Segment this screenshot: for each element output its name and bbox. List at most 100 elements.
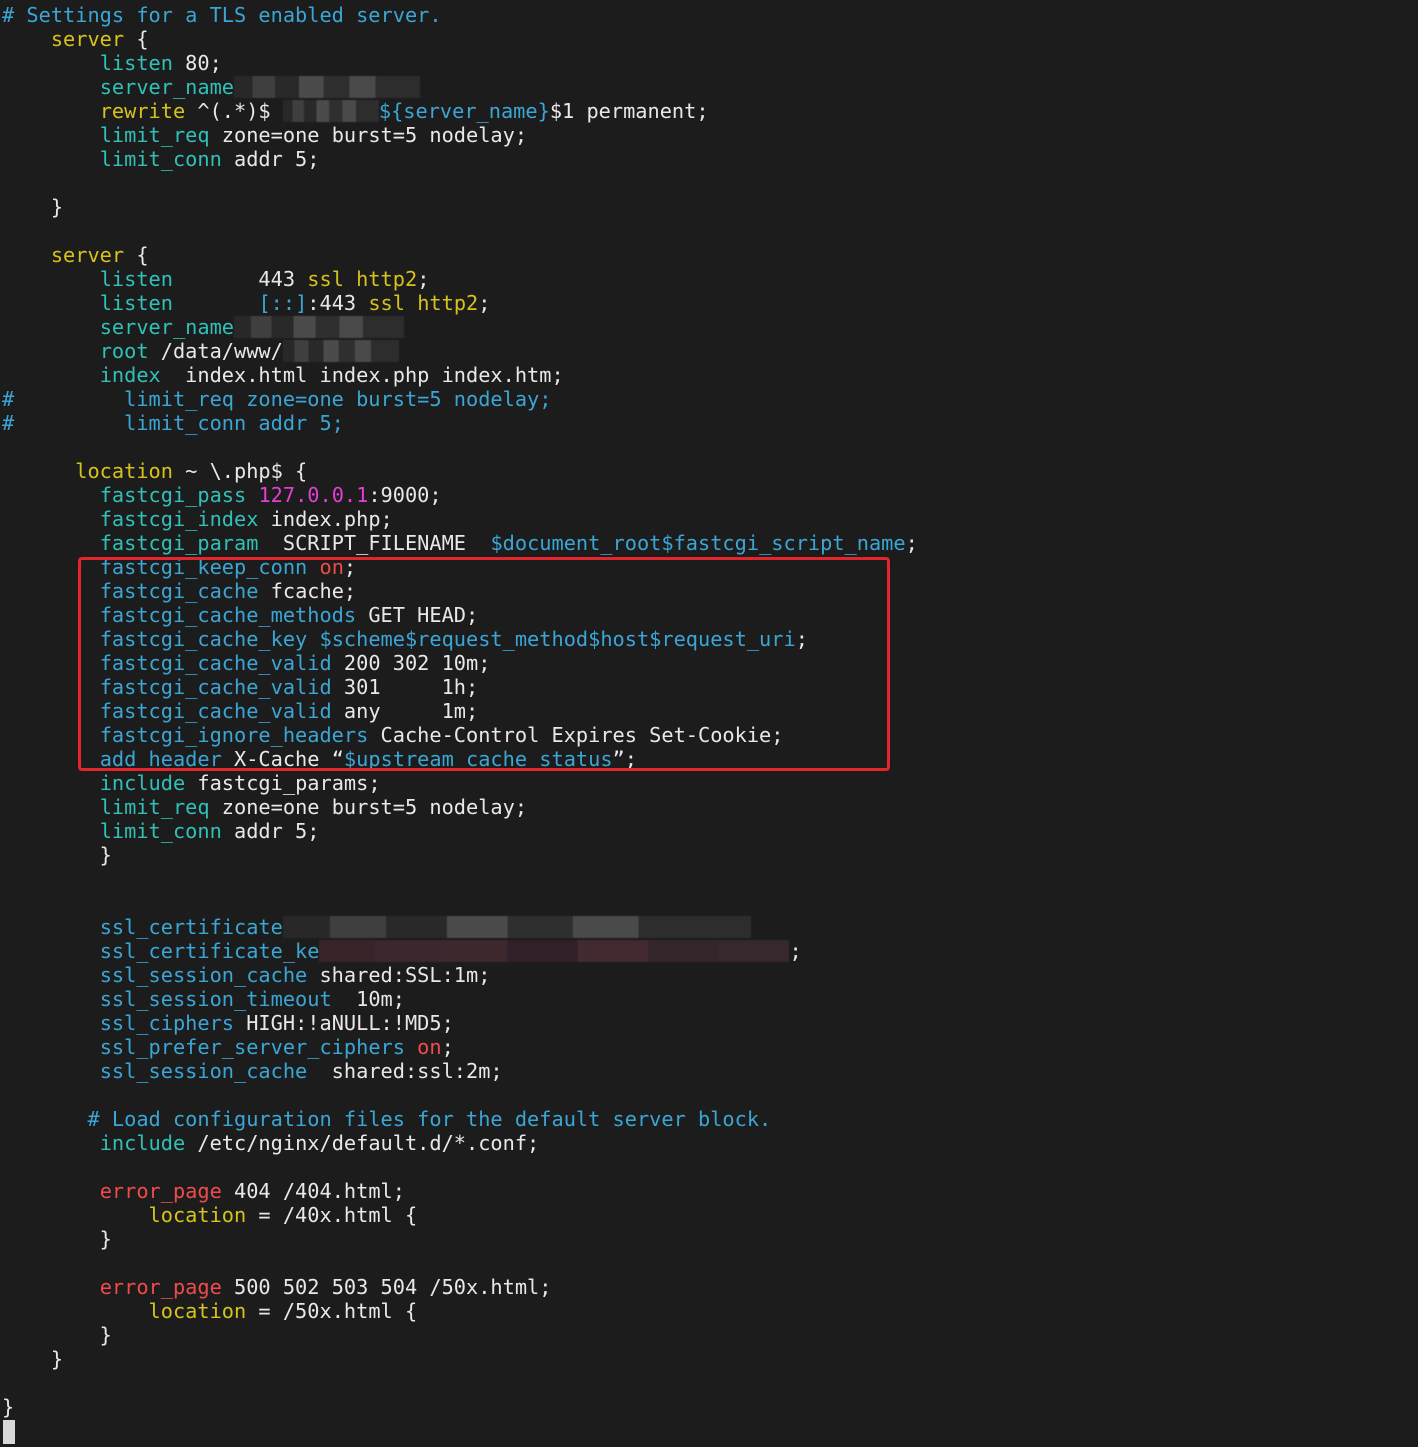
terminal-editor[interactable]: # Settings for a TLS enabled server. ser… [2,3,1412,1419]
code-token: index.html index.php index.htm; [160,363,564,387]
code-line: # Load configuration files for the defau… [2,1107,1412,1131]
code-token: ssl_certificate_ke [99,939,320,963]
code-token: fastcgi_ignore_headers [99,723,369,747]
code-token: fastcgi_params; [185,771,381,795]
code-line: fastcgi_ignore_headers Cache-Control Exp… [2,723,1412,747]
code-line: location = /40x.html { [2,1203,1412,1227]
code-token: } [2,195,64,219]
code-token: ; [795,627,808,651]
code-token: fastcgi_cache_valid [99,651,332,675]
code-token: 80; [172,51,222,75]
code-token: SCRIPT_FILENAME [258,531,491,555]
code-token: # Settings for a TLS enabled server. [2,3,442,27]
code-line: listen 80; [2,51,1412,75]
code-token: ; [343,555,357,579]
code-line: location = /50x.html { [2,1299,1412,1323]
code-token: index.php; [258,507,393,531]
code-token: ”; [612,747,637,771]
code-token: add_header [99,747,222,771]
code-token: 10m; [331,987,405,1011]
code-line: error_page 500 502 503 504 /50x.html; [2,1275,1412,1299]
code-token: 500 502 503 504 /50x.html; [221,1275,552,1299]
code-line: listen [::]:443 ssl http2; [2,291,1412,315]
code-token: addr 5; [221,819,320,843]
code-line: fastcgi_param SCRIPT_FILENAME $document_… [2,531,1412,555]
redacted-text [282,340,399,362]
code-line: rewrite ^(.*)$ ${server_name}$1 permanen… [2,99,1412,123]
code-line: server { [2,243,1412,267]
code-token: fastcgi_keep_conn [99,555,308,579]
code-line: ssl_session_cache shared:ssl:2m; [2,1059,1412,1083]
code-token: error_page [99,1275,222,1299]
code-token: fastcgi_index [99,507,259,531]
text-cursor [3,1420,15,1444]
code-line: fastcgi_cache_key $scheme$request_method… [2,627,1412,651]
code-token: include [99,771,186,795]
redacted-text [234,76,421,98]
code-token: listen [99,267,173,291]
code-token: :9000; [368,483,442,507]
code-line: fastcgi_cache_valid 200 302 10m; [2,651,1412,675]
code-token: fastcgi_cache_key [99,627,308,651]
code-token: = /50x.html { [246,1299,418,1323]
code-token: location [148,1299,247,1323]
code-token: = /40x.html { [246,1203,418,1227]
code-token: ssl_prefer_server_ciphers [99,1035,405,1059]
code-token: zone=one burst=5 nodelay; [209,123,528,147]
code-token: ; [905,531,918,555]
code-token: ; [417,267,430,291]
code-token: ^(.*)$ [185,99,283,123]
code-line: server { [2,27,1412,51]
code-token: fastcgi_cache_methods [99,603,357,627]
code-token: ssl_session_timeout [99,987,332,1011]
code-token: ; [441,1035,454,1059]
code-line: ssl_prefer_server_ciphers on; [2,1035,1412,1059]
code-token: ssl_ciphers [99,1011,235,1035]
code-token: fastcgi_cache_valid [99,675,332,699]
code-token: } [2,1347,64,1371]
code-token: limit_req [99,123,210,147]
code-token: shared:ssl:2m; [307,1059,503,1083]
code-token: } [2,1227,112,1251]
code-token: $document_root$fastcgi_script_name [490,531,906,555]
code-line: fastcgi_pass 127.0.0.1:9000; [2,483,1412,507]
code-token: } [2,1395,15,1419]
code-token: $scheme$request_method$host$request_uri [319,627,796,651]
code-line: limit_req zone=one burst=5 nodelay; [2,795,1412,819]
code-token: X-Cache “ [221,747,344,771]
code-token: server [50,243,125,267]
code-token: } [2,1323,112,1347]
code-token: 127.0.0.1 [258,483,369,507]
code-token: [::] [258,291,308,315]
code-token: } [2,843,112,867]
redacted-text [282,916,751,938]
code-line: ssl_certificate_ke; [2,939,1412,963]
code-line: # Settings for a TLS enabled server. [2,3,1412,27]
code-line: ssl_ciphers HIGH:!aNULL:!MD5; [2,1011,1412,1035]
code-token: ssl_session_cache [99,963,308,987]
code-line: location ~ \.php$ { [2,459,1412,483]
